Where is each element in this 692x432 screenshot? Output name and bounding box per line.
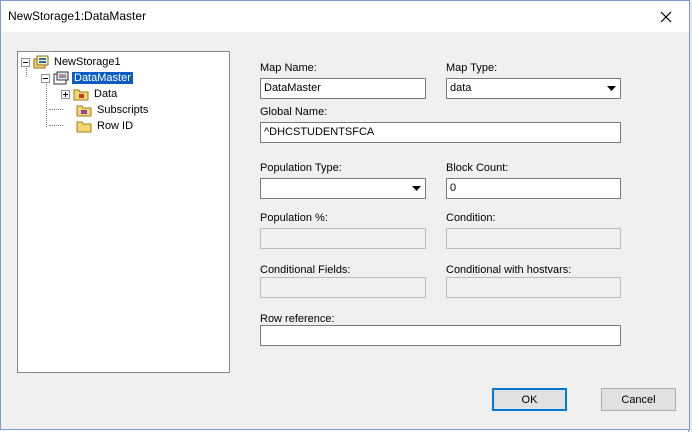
storage-icon: [33, 55, 49, 69]
condition-input: [446, 228, 621, 249]
global-name-label: Global Name:: [260, 106, 328, 118]
map-name-label: Map Name:: [260, 62, 317, 74]
conditional-fields-label: Conditional Fields:: [260, 264, 351, 276]
ok-button-label: OK: [521, 393, 538, 406]
tree-label-datamaster: DataMaster: [72, 72, 133, 84]
map-icon: [53, 71, 69, 85]
conditional-hostvars-input: [446, 277, 621, 298]
map-type-select[interactable]: data: [446, 78, 621, 99]
block-count-label: Block Count:: [446, 162, 509, 174]
tree-node-data[interactable]: Data: [61, 86, 119, 102]
tree-node-subscripts[interactable]: Subscripts: [76, 102, 150, 118]
condition-label: Condition:: [446, 212, 496, 224]
tree-label-data: Data: [94, 88, 118, 100]
map-type-value: data: [450, 82, 472, 94]
storage-tree[interactable]: NewStorage1 DataMaster Data Subscripts R…: [17, 51, 230, 373]
tree-label-rowid: Row ID: [97, 120, 134, 132]
cancel-button-label: Cancel: [621, 393, 656, 406]
folder-icon: [73, 89, 89, 101]
collapse-icon[interactable]: [41, 73, 50, 83]
tree-node-root[interactable]: NewStorage1: [21, 54, 123, 70]
conditional-hostvars-label: Conditional with hostvars:: [446, 264, 572, 276]
close-button[interactable]: [643, 1, 689, 32]
expand-icon[interactable]: [61, 89, 70, 99]
conditional-fields-input: [260, 277, 426, 298]
cancel-button[interactable]: Cancel: [601, 388, 676, 411]
population-pct-label: Population %:: [260, 212, 328, 224]
row-reference-input[interactable]: [260, 325, 621, 346]
datamaster-dialog: NewStorage1:DataMaster NewStorage1 DataM…: [0, 0, 690, 430]
close-icon: [660, 11, 672, 22]
row-reference-label: Row reference:: [260, 313, 335, 325]
collapse-icon[interactable]: [21, 57, 30, 67]
dialog-title: NewStorage1:DataMaster: [8, 9, 147, 23]
global-name-input[interactable]: ^DHCSTUDENTSFCA: [260, 122, 621, 143]
map-type-label: Map Type:: [446, 62, 498, 74]
tree-label-subscripts: Subscripts: [97, 104, 149, 116]
tree-node-datamaster[interactable]: DataMaster: [41, 70, 133, 86]
population-pct-input: [260, 228, 426, 249]
map-name-input[interactable]: DataMaster: [260, 78, 426, 99]
population-type-label: Population Type:: [260, 162, 342, 174]
block-count-input[interactable]: 0: [446, 178, 621, 199]
ok-button[interactable]: OK: [492, 388, 567, 411]
title-bar: NewStorage1:DataMaster: [1, 1, 689, 32]
dropdown-arrow-icon[interactable]: [408, 180, 424, 197]
dropdown-arrow-icon[interactable]: [603, 80, 619, 97]
folder-icon: [76, 121, 92, 133]
tree-label-root: NewStorage1: [54, 56, 121, 68]
population-type-select[interactable]: [260, 178, 426, 199]
tree-node-rowid[interactable]: Row ID: [76, 118, 135, 134]
folder-icon: [76, 105, 92, 117]
